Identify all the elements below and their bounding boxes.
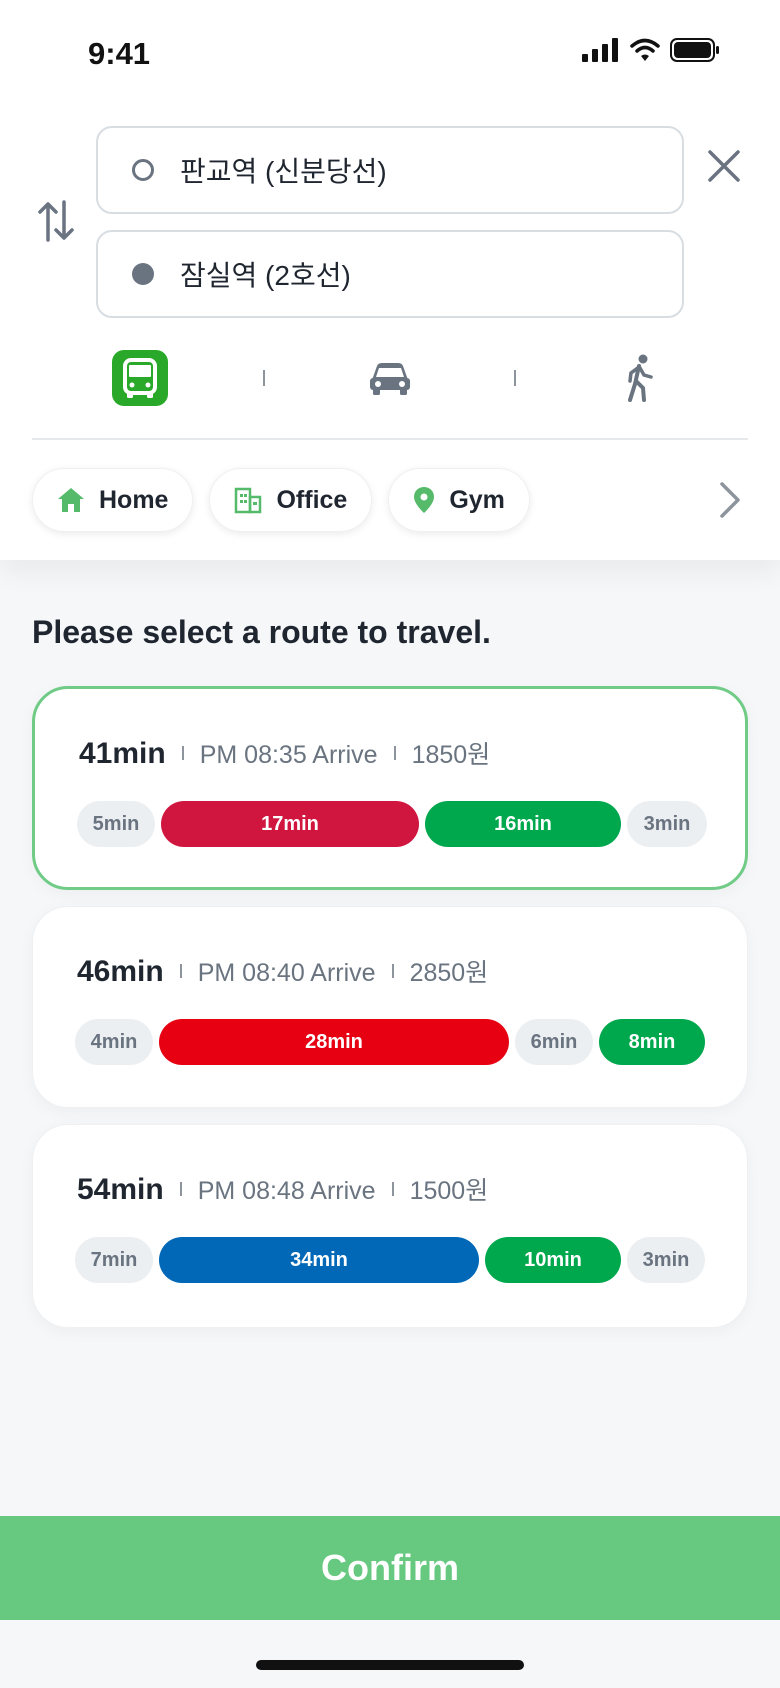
route-card[interactable]: 41min PM 08:35 Arrive 1850원 5min 17min 1… — [32, 686, 748, 890]
separator — [179, 1182, 182, 1196]
destination-field[interactable]: 잠실역 (2호선) — [96, 230, 684, 318]
swap-direction-icon[interactable] — [36, 198, 76, 244]
separator — [393, 746, 396, 760]
battery-icon — [670, 38, 719, 62]
search-panel: 9:41 판교역 (신분당선) 잠실역 (2호선) Home Office Gy… — [0, 0, 780, 560]
status-icons — [582, 38, 720, 62]
separator — [391, 1182, 394, 1196]
bus-icon — [112, 350, 168, 406]
route-summary: 46min PM 08:40 Arrive 2850원 — [77, 953, 488, 989]
home-icon — [58, 488, 84, 512]
route-segments: 4min 28min 6min 8min — [75, 1019, 705, 1065]
segment-walk: 5min — [77, 801, 155, 847]
building-icon — [235, 487, 262, 514]
segment-ride: 17min — [161, 801, 419, 847]
segment-walk: 3min — [627, 801, 707, 847]
wifi-icon — [630, 38, 660, 61]
separator — [391, 964, 394, 978]
route-arrival: PM 08:48 Arrive — [197, 1177, 376, 1205]
home-indicator — [256, 1660, 524, 1670]
separator — [179, 964, 182, 978]
close-icon[interactable] — [706, 148, 742, 184]
separator — [181, 746, 184, 760]
saved-places: Home Office Gym — [32, 468, 530, 532]
place-chip-office[interactable]: Office — [209, 468, 373, 532]
segment-walk: 6min — [515, 1019, 593, 1065]
mode-separator — [263, 370, 265, 386]
route-fare: 1500원 — [409, 1177, 489, 1205]
status-bar: 9:41 — [0, 0, 780, 90]
place-chip-gym[interactable]: Gym — [388, 468, 530, 532]
route-duration: 54min — [77, 1173, 164, 1206]
signal-icon — [582, 38, 618, 62]
route-arrival: PM 08:35 Arrive — [199, 741, 378, 769]
segment-walk: 7min — [75, 1237, 153, 1283]
route-duration: 46min — [77, 955, 164, 988]
segment-ride: 10min — [485, 1237, 621, 1283]
route-fare: 2850원 — [409, 959, 489, 987]
walk-icon — [628, 354, 653, 402]
origin-text: 판교역 (신분당선) — [180, 156, 387, 187]
segment-walk: 3min — [627, 1237, 705, 1283]
tab-bus[interactable] — [111, 350, 169, 406]
divider — [32, 438, 748, 440]
place-chip-home[interactable]: Home — [32, 468, 194, 532]
route-arrival: PM 08:40 Arrive — [197, 959, 376, 987]
tab-walk[interactable] — [611, 350, 669, 406]
destination-text: 잠실역 (2호선) — [180, 260, 351, 291]
segment-walk: 4min — [75, 1019, 153, 1065]
page-heading: Please select a route to travel. — [32, 614, 491, 650]
segment-ride: 34min — [159, 1237, 479, 1283]
place-label: Office — [276, 485, 348, 514]
status-time: 9:41 — [88, 36, 151, 71]
confirm-button[interactable]: Confirm — [0, 1516, 780, 1620]
mode-separator — [514, 370, 516, 386]
tab-car[interactable] — [361, 350, 419, 406]
destination-dot-icon — [132, 263, 154, 285]
chevron-right-icon[interactable] — [714, 480, 744, 520]
route-card[interactable]: 46min PM 08:40 Arrive 2850원 4min 28min 6… — [32, 906, 748, 1108]
segment-ride: 16min — [425, 801, 621, 847]
transport-mode-tabs — [0, 350, 780, 410]
place-label: Home — [99, 485, 169, 514]
route-fare: 1850원 — [411, 741, 491, 769]
origin-dot-icon — [132, 159, 154, 181]
route-segments: 5min 17min 16min 3min — [77, 801, 707, 847]
pin-icon — [414, 487, 435, 513]
route-segments: 7min 34min 10min 3min — [75, 1237, 705, 1283]
car-icon — [370, 363, 410, 395]
route-duration: 41min — [79, 737, 166, 770]
origin-field[interactable]: 판교역 (신분당선) — [96, 126, 684, 214]
segment-ride: 28min — [159, 1019, 509, 1065]
segment-ride: 8min — [599, 1019, 705, 1065]
route-summary: 54min PM 08:48 Arrive 1500원 — [77, 1171, 488, 1207]
route-summary: 41min PM 08:35 Arrive 1850원 — [79, 735, 490, 771]
route-card[interactable]: 54min PM 08:48 Arrive 1500원 7min 34min 1… — [32, 1124, 748, 1328]
place-label: Gym — [449, 485, 505, 514]
